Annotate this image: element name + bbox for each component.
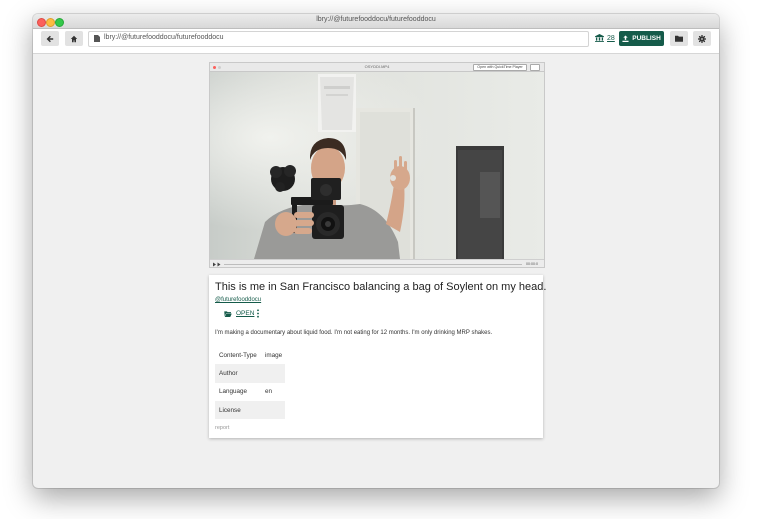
share-button[interactable] [530,64,540,71]
metadata-label: Language [219,388,248,396]
channel-link[interactable]: @futurefooddocu [215,297,261,303]
metadata-value: en [265,388,273,396]
address-bar[interactable]: lbry://@futurefooddocu/futurefooddocu [88,31,589,47]
claim-title: This is me in San Francisco balancing a … [215,281,547,293]
metadata-label: Author [215,364,263,383]
my-files-button[interactable] [670,31,688,46]
claim-info-card: This is me in San Francisco balancing a … [209,275,547,438]
metadata-value [263,400,285,420]
window-title: lbry://@futurefooddocu/futurefooddocu [316,16,436,23]
home-button[interactable] [65,31,83,46]
metadata-value: image [265,351,283,359]
app-window: lbry://@futurefooddocu/futurefooddocu lb… [33,14,719,488]
scrubber[interactable] [224,263,522,265]
title-bar: lbry://@futurefooddocu/futurefooddocu [33,14,719,29]
metadata-label: Content-Type [219,351,257,359]
folder-icon [675,35,683,42]
wallet-balance[interactable]: 28 [595,34,615,42]
play-icon[interactable] [213,262,221,267]
folder-open-icon [224,310,232,317]
publish-button[interactable]: PUBLISH [619,31,664,46]
table-row: Author [215,364,285,383]
metadata-value [263,364,285,383]
publish-label: PUBLISH [632,35,661,42]
table-row: Language en [215,383,285,401]
home-icon [70,35,78,42]
upload-icon [622,35,629,42]
table-row: License [215,400,285,420]
arrow-left-icon [46,35,54,42]
file-icon [94,35,100,42]
video-player[interactable]: OSYDDI.MP4 Open with QuickTime Player 00… [209,62,545,268]
video-frame [210,72,544,259]
back-button[interactable] [41,31,59,46]
bank-icon [595,34,604,42]
metadata-table: Content-Type image Author Language en Li… [215,346,285,420]
open-with-quicktime-button[interactable]: Open with QuickTime Player [473,64,527,71]
more-options-icon[interactable] [256,309,260,318]
gear-icon [698,34,706,43]
claim-description: I'm making a documentary about liquid fo… [215,330,493,336]
open-label: OPEN [236,310,255,317]
balance-amount: 28 [607,34,615,42]
address-input[interactable]: lbry://@futurefooddocu/futurefooddocu [104,34,224,41]
metadata-label: License [215,400,263,420]
open-button[interactable]: OPEN [224,310,254,317]
report-link[interactable]: report [215,425,229,431]
settings-button[interactable] [693,31,711,46]
table-row: Content-Type image [215,346,285,364]
time-display: 00:00:0 [526,261,538,266]
player-titlebar: OSYDDI.MP4 Open with QuickTime Player [210,63,544,72]
player-controls: 00:00:0 [210,259,544,267]
